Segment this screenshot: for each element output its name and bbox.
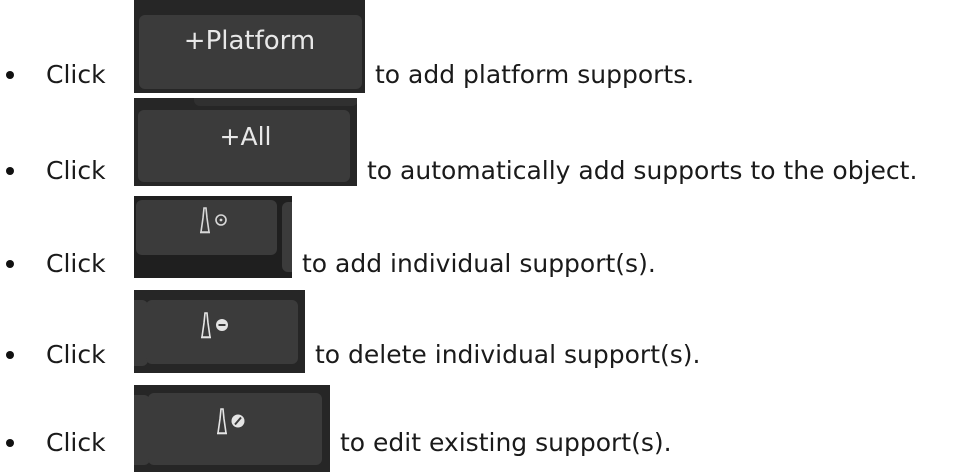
click-word: Click [46, 249, 106, 278]
support-edit-icon [217, 408, 245, 435]
support-add-icon [200, 207, 227, 234]
button-edge [282, 202, 292, 272]
bullet-icon [6, 260, 14, 268]
click-word: Click [46, 60, 106, 89]
add-support-button[interactable] [134, 196, 292, 278]
click-word: Click [46, 156, 106, 185]
bullet-icon [6, 439, 14, 447]
delete-support-button[interactable] [134, 290, 305, 373]
button-edge [194, 98, 357, 106]
all-description: to automatically add supports to the obj… [367, 156, 918, 185]
support-delete-icon [201, 312, 228, 339]
click-word: Click [46, 428, 106, 457]
edit-support-button[interactable] [134, 385, 330, 472]
all-button[interactable]: +All [134, 98, 357, 186]
edit-support-description: to edit existing support(s). [340, 428, 672, 457]
delete-support-description: to delete individual support(s). [315, 340, 701, 369]
platform-button-label: +Platform [183, 26, 316, 56]
add-support-description: to add individual support(s). [302, 249, 656, 278]
platform-button[interactable]: +Platform [134, 0, 365, 93]
all-button-label: +All [219, 122, 272, 151]
click-word: Click [46, 340, 106, 369]
bullet-icon [6, 71, 14, 79]
platform-description: to add platform supports. [375, 60, 695, 89]
bullet-icon [6, 351, 14, 359]
bullet-icon [6, 167, 14, 175]
